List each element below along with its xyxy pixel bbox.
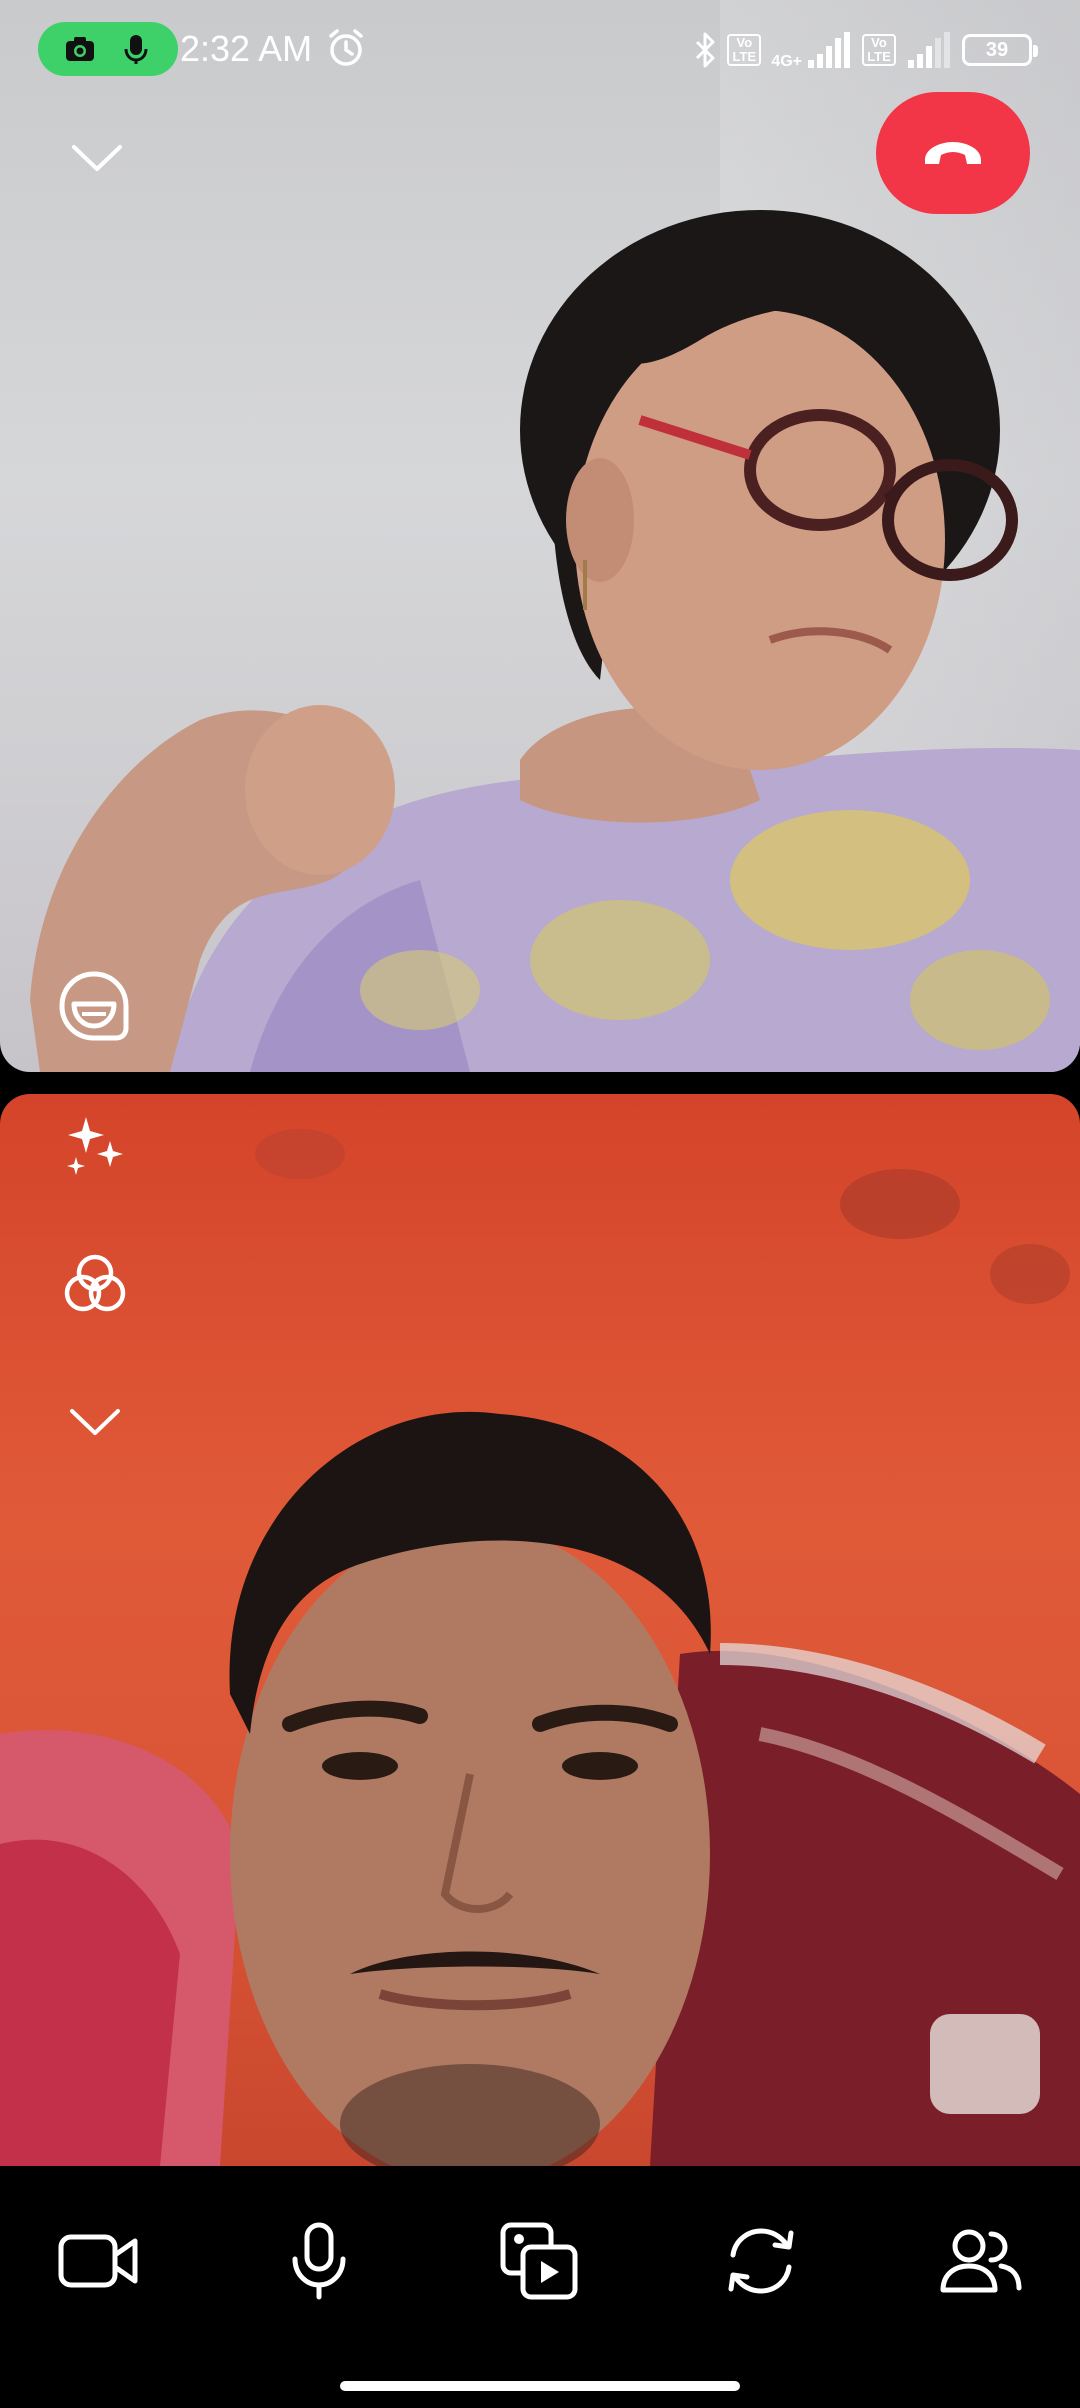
self-participant-image bbox=[0, 1129, 1080, 2166]
bluetooth-icon bbox=[696, 32, 715, 68]
signal-strength-icon-2 bbox=[908, 32, 950, 68]
privacy-indicator[interactable] bbox=[38, 22, 178, 76]
microphone-icon bbox=[124, 35, 148, 64]
remote-video-feed[interactable] bbox=[0, 0, 1080, 1072]
home-indicator[interactable] bbox=[340, 2381, 740, 2391]
toggle-video-button[interactable] bbox=[44, 2206, 154, 2316]
sticker-button[interactable] bbox=[52, 964, 136, 1048]
sticker-icon bbox=[59, 971, 129, 1041]
self-video-feed[interactable] bbox=[0, 1094, 1080, 2166]
battery-indicator: 39 bbox=[962, 34, 1038, 66]
camera-icon bbox=[66, 37, 94, 61]
volte-badge: Vo LTE bbox=[727, 34, 762, 66]
media-share-icon bbox=[500, 2222, 578, 2300]
share-media-button[interactable] bbox=[484, 2206, 594, 2316]
chevron-down-icon bbox=[70, 1409, 120, 1435]
switch-camera-icon bbox=[728, 2228, 794, 2294]
minimize-call-button[interactable] bbox=[60, 128, 134, 188]
microphone-icon bbox=[292, 2222, 346, 2300]
status-bar: 2:32 AM Vo LTE 4G+ Vo LTE 39 bbox=[0, 0, 1080, 100]
video-camera-icon bbox=[58, 2234, 138, 2288]
status-icons: Vo LTE 4G+ Vo LTE 39 bbox=[693, 26, 1038, 74]
end-call-button[interactable] bbox=[876, 92, 1030, 214]
volte-badge-2: Vo LTE bbox=[862, 34, 896, 66]
signal-group-1: 4G+ bbox=[771, 30, 852, 70]
switch-camera-button[interactable] bbox=[706, 2206, 816, 2316]
network-type: 4G+ bbox=[771, 53, 802, 70]
more-tools-button[interactable] bbox=[53, 1380, 137, 1464]
alarm-icon bbox=[329, 29, 363, 66]
chevron-down-icon bbox=[72, 145, 122, 171]
participants-button[interactable] bbox=[926, 2206, 1036, 2316]
filters-button[interactable] bbox=[53, 1242, 137, 1326]
filters-icon bbox=[64, 1254, 126, 1312]
effects-button[interactable] bbox=[53, 1104, 137, 1188]
effect-tools bbox=[50, 1104, 140, 1518]
participants-icon bbox=[940, 2229, 1022, 2293]
phone-hangup-icon bbox=[925, 142, 981, 164]
sparkles-icon bbox=[67, 1117, 123, 1175]
call-controls-bar bbox=[0, 2166, 1080, 2408]
status-time: 2:32 AM bbox=[180, 28, 313, 69]
signal-strength-icon bbox=[808, 32, 850, 68]
toggle-mic-button[interactable] bbox=[264, 2206, 374, 2316]
